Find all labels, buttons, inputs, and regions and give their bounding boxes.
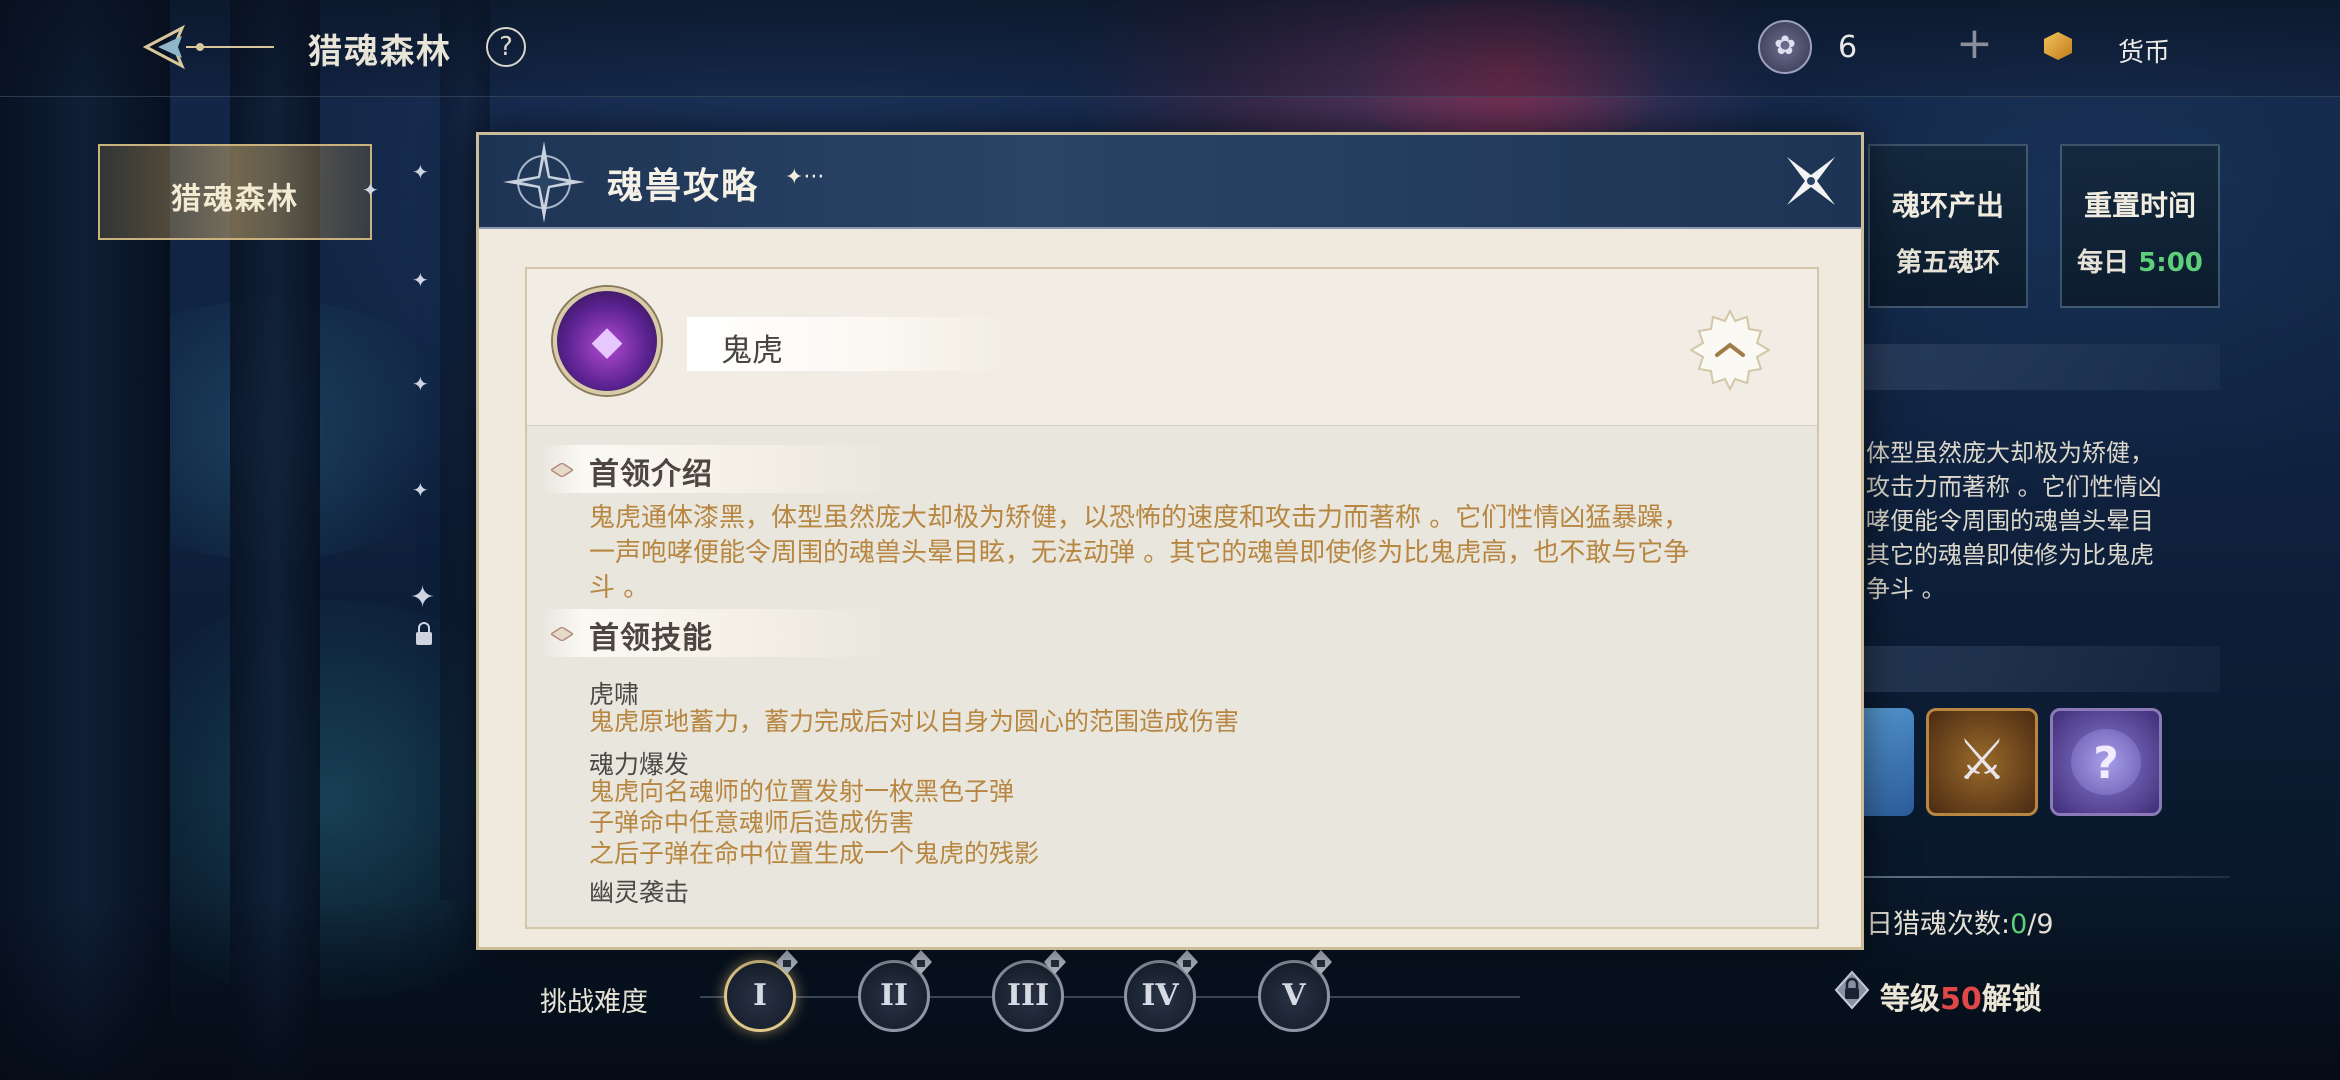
boss-intro-title: 首领介绍 xyxy=(589,457,713,492)
sparkle-icon: ✦ xyxy=(410,580,436,615)
intro-line: 一声咆哮便能令周围的魂兽头晕目眩，无法动弹 。其它的魂兽即使修为比鬼虎高，也不敢… xyxy=(589,538,1690,568)
unlock-level: 50 xyxy=(1940,982,1982,1017)
sparkle-icon: ✦ xyxy=(412,160,429,184)
desc-line: 攻击力而著称 。它们性情凶 xyxy=(1866,473,2162,501)
hunt-count-total: /9 xyxy=(2027,909,2054,940)
title-decoration: ✦··· xyxy=(785,165,825,190)
intro-line: 鬼虎通体漆黑，体型虽然庞大却极为矫健，以恐怖的速度和攻击力而著称 。它们性情凶猛… xyxy=(589,503,1690,533)
coin-icon xyxy=(2044,32,2072,60)
skill-desc: 鬼虎原地蓄力，蓄力完成后对以自身为圆心的范围造成伤害 xyxy=(589,707,1240,736)
sidebar-tab-label: 猎魂森林 xyxy=(171,182,299,217)
boss-description-background: 体型虽然庞大却极为矫健， 攻击力而著称 。它们性情凶 哮便能令周围的魂兽头晕目 … xyxy=(1866,436,2226,606)
skill-desc-line: 鬼虎向名魂师的位置发射一枚黑色子弹 xyxy=(589,777,1015,806)
lock-icon xyxy=(416,622,432,645)
lock-icon xyxy=(1310,950,1332,974)
ghost-tiger-avatar xyxy=(553,287,661,395)
difficulty-button-3[interactable]: III xyxy=(992,950,1066,1032)
close-icon[interactable] xyxy=(1783,153,1839,209)
top-bar: 猎魂森林 ? 6 + 货币 xyxy=(0,0,2340,97)
sidebar-tab-hunting-forest[interactable]: 猎魂森林 xyxy=(98,144,372,240)
difficulty-track xyxy=(700,996,1520,998)
sparkle-icon: ✦ xyxy=(412,268,429,292)
divider xyxy=(1860,876,2230,878)
currency-label[interactable]: 货币 xyxy=(2118,32,2170,69)
lock-icon xyxy=(1834,970,1870,1010)
boss-skills-title: 首领技能 xyxy=(589,621,713,656)
desc-line: 其它的魂兽即使修为比鬼虎 xyxy=(1866,541,2154,569)
guide-content[interactable]: 鬼虎 首领介绍 鬼虎通体漆黑，体型虽然庞大却极为矫健，以恐怖的速度和攻击力而著称… xyxy=(525,267,1819,929)
ring-output-value: 第五魂环 xyxy=(1895,248,2000,278)
desc-line: 哮便能令周围的魂兽头晕目 xyxy=(1866,507,2154,535)
section-header-strip xyxy=(1860,646,2220,692)
hunt-count-label: 日猎魂次数: xyxy=(1866,909,2011,940)
reset-time-card: 重置时间 每日 5:00 xyxy=(2060,144,2220,308)
unlock-prefix: 等级 xyxy=(1880,982,1940,1017)
sparkle-icon: ✦ xyxy=(412,478,429,502)
difficulty-button-2[interactable]: II xyxy=(858,950,932,1032)
unknown-skill-icon[interactable] xyxy=(2050,708,2162,816)
emblem-count: 6 xyxy=(1838,30,1858,65)
ring-output-title: 魂环产出 xyxy=(1891,189,2004,222)
skill-name: 幽灵袭击 xyxy=(589,878,690,907)
sparkle-icon: ✦ xyxy=(362,178,379,202)
compass-star-icon xyxy=(503,141,585,223)
reset-prefix: 每日 xyxy=(2077,248,2130,278)
reset-time-title: 重置时间 xyxy=(2083,189,2196,222)
skill-desc-line: 之后子弹在命中位置生成一个鬼虎的残影 xyxy=(589,839,1040,868)
lock-icon xyxy=(910,950,932,974)
boss-header: 鬼虎 xyxy=(527,269,1817,426)
unlock-requirement: 等级50解锁 xyxy=(1880,974,2042,1018)
diamond-bullet-icon xyxy=(551,627,573,641)
desc-line: 争斗 。 xyxy=(1866,575,1946,603)
reset-time-value: 每日 5:00 xyxy=(2062,242,2218,279)
boss-intro-text: 鬼虎通体漆黑，体型虽然庞大却极为矫健，以恐怖的速度和攻击力而著称 。它们性情凶猛… xyxy=(589,501,1789,606)
diamond-bullet-icon xyxy=(551,463,573,477)
add-button[interactable]: + xyxy=(1956,22,1993,66)
difficulty-button-5[interactable]: V xyxy=(1258,950,1332,1032)
emblem-icon xyxy=(1758,20,1812,74)
help-button[interactable]: ? xyxy=(486,27,526,67)
desc-line: 体型虽然庞大却极为矫健， xyxy=(1866,439,2154,467)
difficulty-button-1[interactable]: I xyxy=(724,950,798,1032)
hunt-count-current: 0 xyxy=(2010,909,2028,940)
lock-icon xyxy=(776,950,798,974)
skill-desc: 鬼虎向名魂师的位置发射一枚黑色子弹 子弹命中任意魂师后造成伤害 之后子弹在命中位… xyxy=(589,776,1039,869)
lock-icon xyxy=(1044,950,1066,974)
modal-header: 魂兽攻略 ✦··· xyxy=(479,135,1861,229)
skill-desc-line: 子弹命中任意魂师后造成伤害 xyxy=(589,808,915,837)
unlock-suffix: 解锁 xyxy=(1981,982,2042,1017)
section-header-strip xyxy=(1860,344,2220,390)
chevron-up-icon[interactable] xyxy=(1689,309,1771,391)
modal-title: 魂兽攻略 xyxy=(607,166,760,207)
skill-icon[interactable] xyxy=(1862,708,1914,816)
beast-guide-modal: 魂兽攻略 ✦··· 鬼虎 首领介绍 鬼虎通体漆黑，体型虽然庞大却极为矫健，以恐怖… xyxy=(476,132,1864,950)
reset-time: 5:00 xyxy=(2138,248,2203,278)
back-arrow-icon[interactable] xyxy=(140,22,280,72)
difficulty-label: 挑战难度 xyxy=(540,987,648,1018)
page-title: 猎魂森林 xyxy=(308,32,452,72)
intro-line: 斗 。 xyxy=(589,573,650,603)
sword-shield-skill-icon[interactable] xyxy=(1926,708,2038,816)
hunt-count: 日猎魂次数:0/9 xyxy=(1866,902,2054,941)
boss-name: 鬼虎 xyxy=(721,333,783,369)
lock-icon xyxy=(1176,950,1198,974)
sparkle-icon: ✦ xyxy=(412,372,429,396)
difficulty-button-4[interactable]: IV xyxy=(1124,950,1198,1032)
ring-output-card: 魂环产出 第五魂环 xyxy=(1868,144,2028,308)
